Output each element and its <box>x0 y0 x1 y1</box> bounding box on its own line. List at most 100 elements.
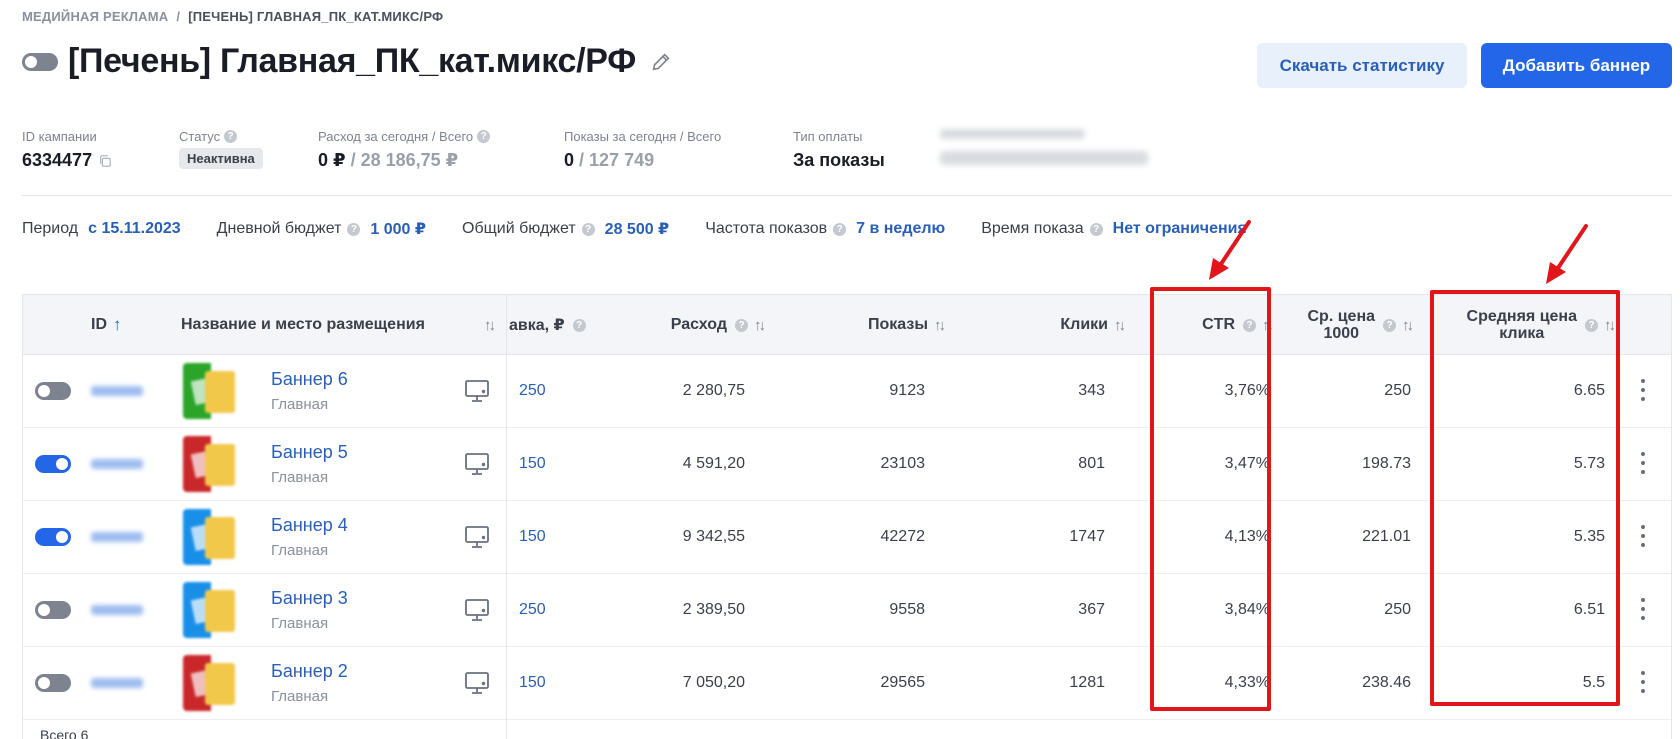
banner-toggle[interactable] <box>35 528 71 546</box>
row-thumb-cell <box>183 428 239 500</box>
desktop-monitor-icon <box>465 526 489 548</box>
copy-icon[interactable] <box>98 154 112 168</box>
col-spend[interactable]: Расход? ↑↓ <box>583 295 766 355</box>
banner-placement: Главная <box>271 615 329 632</box>
add-banner-button[interactable]: Добавить баннер <box>1481 43 1672 88</box>
spend-total: / 28 186,75 ₽ <box>350 150 459 170</box>
col-clicks[interactable]: Клики ↑↓ <box>943 295 1126 355</box>
views-today: 0 <box>564 150 575 170</box>
kebab-dot <box>1641 689 1645 693</box>
row-bid-cell[interactable]: 150 <box>519 428 546 500</box>
banner-toggle[interactable] <box>35 601 71 619</box>
col-cpm[interactable]: Ср. цена 1000? ↑↓ <box>1273 295 1414 355</box>
help-icon[interactable]: ? <box>735 318 748 332</box>
row-more-icon[interactable] <box>1641 525 1645 547</box>
toggle-knob <box>38 677 50 689</box>
param-total-budget-label: Общий бюджет <box>462 220 576 237</box>
arrow-annotation-icon <box>1209 220 1251 280</box>
breadcrumb-separator: / <box>176 9 181 24</box>
col-bid-label: авка, ₽ <box>509 317 565 334</box>
help-icon[interactable]: ? <box>833 222 847 236</box>
pencil-icon[interactable] <box>650 51 672 73</box>
help-icon[interactable]: ? <box>477 130 491 143</box>
row-more-icon[interactable] <box>1641 598 1645 620</box>
banner-placement: Главная <box>271 542 329 559</box>
param-frequency-value[interactable]: 7 в неделю <box>856 220 945 238</box>
col-clicks-label: Клики <box>1060 316 1108 333</box>
row-spend-cell: 9 342,55 <box>682 528 745 545</box>
banner-toggle[interactable] <box>35 455 71 473</box>
banner-toggle[interactable] <box>35 382 71 400</box>
row-bid-cell[interactable]: 150 <box>519 501 546 573</box>
highlight-box-cpc <box>1430 290 1620 706</box>
banner-thumbnail[interactable] <box>183 436 239 492</box>
row-bid-cell[interactable]: 250 <box>519 574 546 646</box>
banner-toggle[interactable] <box>35 674 71 692</box>
row-cpm-cell: 221.01 <box>1362 528 1411 545</box>
help-icon[interactable]: ? <box>1383 318 1396 332</box>
help-icon[interactable]: ? <box>347 222 361 236</box>
banner-name-link[interactable]: Баннер 5 <box>271 442 348 463</box>
banner-thumbnail[interactable] <box>183 582 239 638</box>
banner-name-link[interactable]: Баннер 4 <box>271 515 348 536</box>
row-device-cell <box>463 501 491 573</box>
toggle-knob <box>38 604 50 616</box>
banner-name-link[interactable]: Баннер 3 <box>271 588 348 609</box>
param-daily-budget-value[interactable]: 1 000 ₽ <box>370 219 426 239</box>
breadcrumb-root[interactable]: Медийная реклама <box>22 9 168 24</box>
help-icon[interactable]: ? <box>1089 222 1103 236</box>
row-cpm-cell: 250 <box>1384 601 1411 618</box>
row-more-icon[interactable] <box>1641 671 1645 693</box>
blurred-info <box>940 129 1148 165</box>
row-id-cell <box>91 501 143 573</box>
banner-thumbnail[interactable] <box>183 363 239 419</box>
col-name[interactable]: Название и место размещения ↑↓ <box>181 295 496 355</box>
banner-id-blurred[interactable] <box>91 386 143 396</box>
kebab-dot <box>1641 470 1645 474</box>
param-daily-budget-label: Дневной бюджет <box>216 220 342 237</box>
help-icon[interactable]: ? <box>581 222 595 236</box>
table-row: Баннер 3 Главная 250 2 389,50 9558 367 3,84% 25… <box>23 574 1671 647</box>
row-toggle-cell <box>35 501 71 573</box>
download-stats-button[interactable]: Скачать статистику <box>1257 43 1467 88</box>
thumb-product <box>205 590 235 632</box>
param-total-budget-value[interactable]: 28 500 ₽ <box>605 219 670 239</box>
row-spend-cell: 4 591,20 <box>682 455 745 472</box>
param-period: Период с 15.11.2023 <box>22 220 181 238</box>
col-views-label: Показы <box>868 316 928 333</box>
banner-id-blurred[interactable] <box>91 678 143 688</box>
sort-icon: ↑↓ <box>934 316 946 334</box>
banner-name-block: Баннер 2 Главная <box>271 661 348 705</box>
param-period-value[interactable]: с 15.11.2023 <box>88 220 181 238</box>
desktop-monitor-icon <box>465 380 489 402</box>
banner-name-link[interactable]: Баннер 6 <box>271 369 348 390</box>
param-frequency-label: Частота показов <box>705 220 828 237</box>
banner-id-blurred[interactable] <box>91 459 143 469</box>
row-spend-cell: 2 389,50 <box>682 601 745 618</box>
banner-thumbnail[interactable] <box>183 509 239 565</box>
banner-thumbnail[interactable] <box>183 655 239 711</box>
row-clicks-cell: 801 <box>1078 455 1105 472</box>
row-bid-cell[interactable]: 250 <box>519 355 546 427</box>
campaign-toggle[interactable] <box>22 52 58 71</box>
row-thumb-cell <box>183 501 239 573</box>
col-id[interactable]: ID ↑ <box>91 295 122 355</box>
row-more-icon[interactable] <box>1641 452 1645 474</box>
banner-id-blurred[interactable] <box>91 605 143 615</box>
banners-table: ID ↑ Название и место размещения ↑↓ авка, … <box>22 294 1672 739</box>
row-thumb-cell <box>183 355 239 427</box>
campaign-id-value-row: 6334477 <box>22 150 112 171</box>
row-more-icon[interactable] <box>1641 379 1645 401</box>
row-id-cell <box>91 428 143 500</box>
banner-id-blurred[interactable] <box>91 532 143 542</box>
col-bid[interactable]: авка, ₽? <box>509 295 586 355</box>
row-bid-cell[interactable]: 150 <box>519 647 546 719</box>
row-thumb-cell <box>183 647 239 719</box>
kebab-dot <box>1641 543 1645 547</box>
banner-name-link[interactable]: Баннер 2 <box>271 661 348 682</box>
help-icon[interactable]: ? <box>224 130 238 143</box>
spend-value-row: 0 ₽ / 28 186,75 ₽ <box>318 150 490 171</box>
breadcrumb-current: [Печень] Главная_ПК_кат.микс/РФ <box>188 9 444 24</box>
col-views[interactable]: Показы ↑↓ <box>763 295 946 355</box>
row-spend-cell: 7 050,20 <box>682 674 745 691</box>
